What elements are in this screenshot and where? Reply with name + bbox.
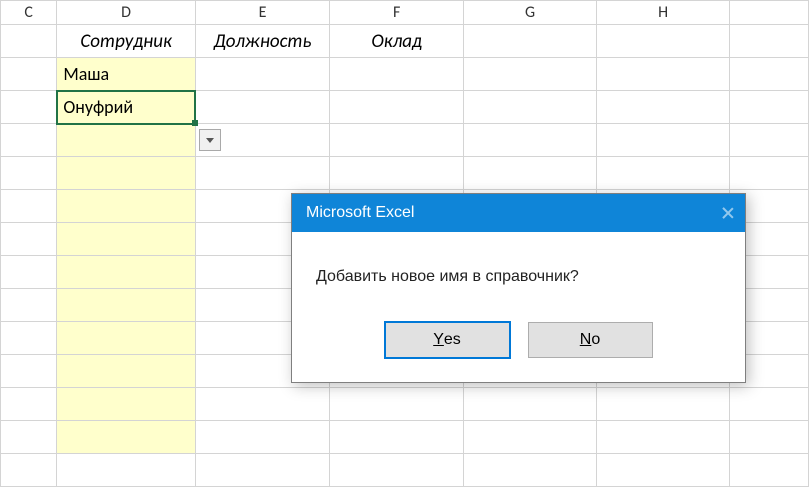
col-header-next[interactable] — [730, 1, 809, 25]
cell-D8[interactable] — [57, 256, 195, 289]
cell-I3[interactable] — [730, 91, 809, 124]
cell-E2[interactable] — [195, 58, 330, 91]
col-header-D[interactable]: D — [57, 1, 195, 25]
close-icon[interactable] — [721, 206, 735, 220]
cell-D1-header[interactable]: Сотрудник — [57, 25, 195, 58]
no-button[interactable]: No — [528, 322, 653, 358]
cell-I1[interactable] — [730, 25, 809, 58]
cell-D10[interactable] — [57, 322, 195, 355]
cell-D5[interactable] — [57, 157, 195, 190]
row-3: Онуфрий — [1, 91, 809, 124]
cell-D4[interactable] — [57, 124, 195, 157]
message-box: Microsoft Excel Добавить новое имя в спр… — [291, 193, 746, 383]
data-validation-dropdown-button[interactable] — [199, 129, 221, 151]
cell-H1[interactable] — [597, 25, 730, 58]
cell-D7[interactable] — [57, 223, 195, 256]
dialog-message: Добавить новое имя в справочник? — [292, 232, 745, 308]
cell-D12[interactable] — [57, 388, 195, 421]
cell-D13[interactable] — [57, 421, 195, 454]
cell-H2[interactable] — [597, 58, 730, 91]
cell-G1[interactable] — [464, 25, 597, 58]
cell-F1-header[interactable]: Оклад — [330, 25, 464, 58]
col-header-E[interactable]: E — [195, 1, 330, 25]
cell-D11[interactable] — [57, 355, 195, 388]
cell-E3[interactable] — [195, 91, 330, 124]
dialog-button-row: Yes No — [292, 308, 745, 382]
cell-F3[interactable] — [330, 91, 464, 124]
cell-C3[interactable] — [1, 91, 57, 124]
col-header-F[interactable]: F — [330, 1, 464, 25]
cell-G3[interactable] — [464, 91, 597, 124]
col-header-G[interactable]: G — [464, 1, 597, 25]
cell-D3-active[interactable]: Онуфрий — [57, 91, 195, 124]
cell-F2[interactable] — [330, 58, 464, 91]
col-header-C[interactable]: C — [1, 1, 57, 25]
cell-I2[interactable] — [730, 58, 809, 91]
cell-G2[interactable] — [464, 58, 597, 91]
cell-E1-header[interactable]: Должность — [195, 25, 330, 58]
cell-H3[interactable] — [597, 91, 730, 124]
cell-C2[interactable] — [1, 58, 57, 91]
row-1: Сотрудник Должность Оклад — [1, 25, 809, 58]
cell-C1[interactable] — [1, 25, 57, 58]
col-header-H[interactable]: H — [597, 1, 730, 25]
yes-button[interactable]: Yes — [385, 322, 510, 358]
cell-D2[interactable]: Маша — [57, 58, 195, 91]
chevron-down-icon — [206, 138, 214, 143]
column-header-row: C D E F G H — [1, 1, 809, 25]
cell-D6[interactable] — [57, 190, 195, 223]
row-2: Маша — [1, 58, 809, 91]
dialog-title: Microsoft Excel — [306, 204, 414, 222]
cell-D9[interactable] — [57, 289, 195, 322]
dialog-titlebar[interactable]: Microsoft Excel — [292, 194, 745, 232]
